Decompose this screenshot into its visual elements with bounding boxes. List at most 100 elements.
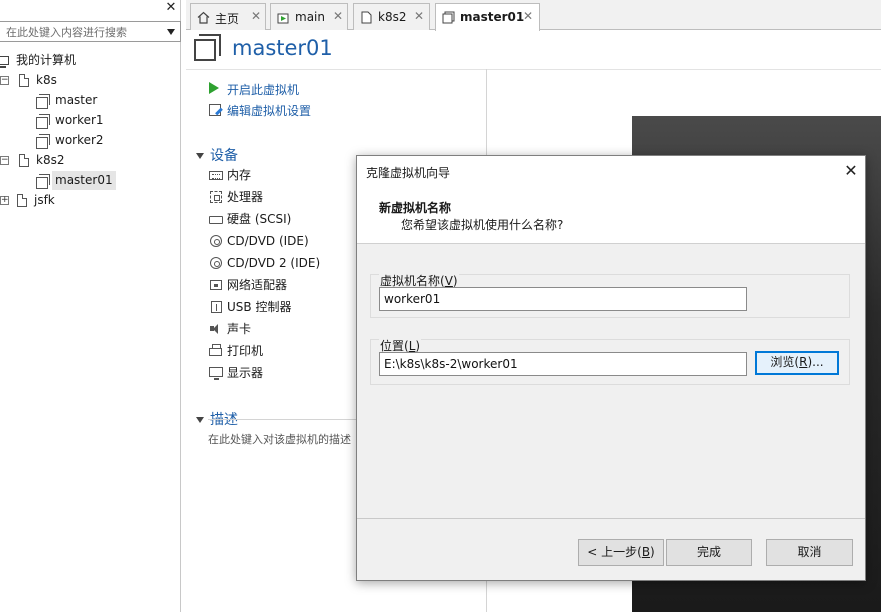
tab-bar: 主页 ✕ main ✕ k8s2 ✕ master01 ✕ xyxy=(186,0,881,31)
search-dropdown-arrow-icon[interactable] xyxy=(167,29,175,35)
tree-item-label: jsfk xyxy=(34,193,55,207)
tab-label: main xyxy=(295,10,325,24)
edit-settings-label: 编辑虚拟机设置 xyxy=(227,104,312,118)
folder-icon xyxy=(17,194,27,207)
description-header-label: 描述 xyxy=(210,412,238,428)
close-icon[interactable]: ✕ xyxy=(841,161,861,181)
tree-item-k8s[interactable]: − k8s xyxy=(0,71,180,90)
tree-item-label: 我的计算机 xyxy=(16,53,77,67)
tree-item-label: worker1 xyxy=(55,113,104,127)
tree-item-master01[interactable]: master01 xyxy=(0,171,180,190)
memory-icon xyxy=(209,171,223,180)
chevron-down-icon xyxy=(196,153,204,159)
header-divider xyxy=(186,69,881,70)
vm-icon xyxy=(36,114,50,129)
tab-main[interactable]: main ✕ xyxy=(270,3,348,30)
devices-header-label: 设备 xyxy=(210,148,238,164)
vm-name-group: 虚拟机名称(V) xyxy=(370,272,850,318)
library-close-icon[interactable]: ✕ xyxy=(164,1,178,15)
monitor-icon xyxy=(209,367,223,380)
browse-suffix: )... xyxy=(807,355,824,369)
device-label: CD/DVD 2 (IDE) xyxy=(227,256,321,270)
usb-icon xyxy=(211,301,222,313)
wizard-header: 新虚拟机名称 您希望该虚拟机使用什么名称? xyxy=(357,186,865,244)
vm-icon xyxy=(442,11,455,24)
disk-icon xyxy=(209,216,223,224)
device-label: 打印机 xyxy=(227,344,264,358)
folder-icon xyxy=(361,11,372,24)
device-label: 显示器 xyxy=(227,366,264,380)
network-icon xyxy=(210,280,222,290)
cd-icon xyxy=(210,257,222,269)
cancel-button[interactable]: 取消 xyxy=(766,539,853,566)
browse-label: 浏览( xyxy=(770,355,800,369)
collapse-icon[interactable]: − xyxy=(0,76,9,85)
vm-icon xyxy=(36,94,50,109)
device-label: 处理器 xyxy=(227,190,264,204)
wizard-step-heading: 新虚拟机名称 xyxy=(379,201,452,215)
close-icon[interactable]: ✕ xyxy=(523,9,533,23)
vm-running-icon xyxy=(277,13,289,24)
vm-icon xyxy=(36,174,50,189)
wizard-step-subheading: 您希望该虚拟机使用什么名称? xyxy=(401,218,564,232)
tab-home[interactable]: 主页 ✕ xyxy=(190,3,266,30)
cpu-icon xyxy=(210,191,222,203)
back-button[interactable]: < 上一步(B) xyxy=(578,539,664,566)
computer-icon xyxy=(0,56,9,68)
device-label: 声卡 xyxy=(227,322,252,336)
edit-settings-link[interactable]: 编辑虚拟机设置 xyxy=(209,102,311,119)
device-label: 内存 xyxy=(227,168,252,182)
chevron-down-icon xyxy=(196,417,204,423)
power-on-link[interactable]: 开启此虚拟机 xyxy=(209,81,299,98)
browse-button[interactable]: 浏览(R)... xyxy=(755,351,839,375)
tree-item-my-computer[interactable]: 我的计算机 xyxy=(0,51,180,70)
tree-item-label: k8s xyxy=(36,73,57,87)
tree-item-label: master xyxy=(55,93,98,107)
dialog-titlebar[interactable]: 克隆虚拟机向导 ✕ xyxy=(357,156,865,186)
close-icon[interactable]: ✕ xyxy=(251,9,261,23)
expand-icon[interactable]: + xyxy=(0,196,9,205)
finish-button[interactable]: 完成 xyxy=(666,539,752,566)
tab-k8s2[interactable]: k8s2 ✕ xyxy=(353,3,430,30)
tab-master01[interactable]: master01 ✕ xyxy=(435,3,540,31)
vm-name-input[interactable] xyxy=(379,287,747,311)
library-search-box[interactable] xyxy=(0,21,181,42)
vm-icon xyxy=(194,34,221,61)
tab-label: 主页 xyxy=(215,12,240,26)
cd-icon xyxy=(210,235,222,247)
device-label: CD/DVD (IDE) xyxy=(227,234,309,248)
printer-icon xyxy=(209,344,222,356)
devices-section-header[interactable]: 设备 xyxy=(196,145,238,165)
tree-item-label: k8s2 xyxy=(36,153,65,167)
device-label: 硬盘 (SCSI) xyxy=(227,212,292,226)
tree-item-jsfk[interactable]: + jsfk xyxy=(0,191,180,210)
vm-icon xyxy=(36,134,50,149)
close-icon[interactable]: ✕ xyxy=(414,9,424,23)
back-label: < 上一步( xyxy=(587,545,642,559)
page-title: master01 xyxy=(232,36,333,60)
collapse-icon[interactable]: − xyxy=(0,156,9,165)
library-search-input[interactable] xyxy=(6,24,156,40)
sound-icon xyxy=(209,323,223,335)
location-input[interactable] xyxy=(379,352,747,376)
tree-item-worker2[interactable]: worker2 xyxy=(0,131,180,150)
back-key: B xyxy=(641,545,651,559)
clone-vm-wizard-dialog: 克隆虚拟机向导 ✕ 新虚拟机名称 您希望该虚拟机使用什么名称? 虚拟机名称(V)… xyxy=(356,155,866,581)
tree-item-label: worker2 xyxy=(55,133,104,147)
folder-icon xyxy=(19,74,29,87)
folder-icon xyxy=(19,154,29,167)
tree-item-k8s2[interactable]: − k8s2 xyxy=(0,151,180,170)
tree-item-worker1[interactable]: worker1 xyxy=(0,111,180,130)
tree-item-master[interactable]: master xyxy=(0,91,180,110)
play-icon xyxy=(209,82,219,94)
edit-settings-icon xyxy=(209,104,221,116)
tab-label: master01 xyxy=(460,10,525,24)
power-on-label: 开启此虚拟机 xyxy=(227,83,300,97)
home-icon xyxy=(197,11,210,24)
footer-divider xyxy=(357,518,865,519)
description-placeholder[interactable]: 在此处键入对该虚拟机的描述 xyxy=(208,431,351,447)
close-icon[interactable]: ✕ xyxy=(333,9,343,23)
tab-label: k8s2 xyxy=(378,10,407,24)
library-panel: ✕ 我的计算机 − k8s master worker1 worker2 − k… xyxy=(0,0,181,612)
dialog-title: 克隆虚拟机向导 xyxy=(366,166,451,180)
